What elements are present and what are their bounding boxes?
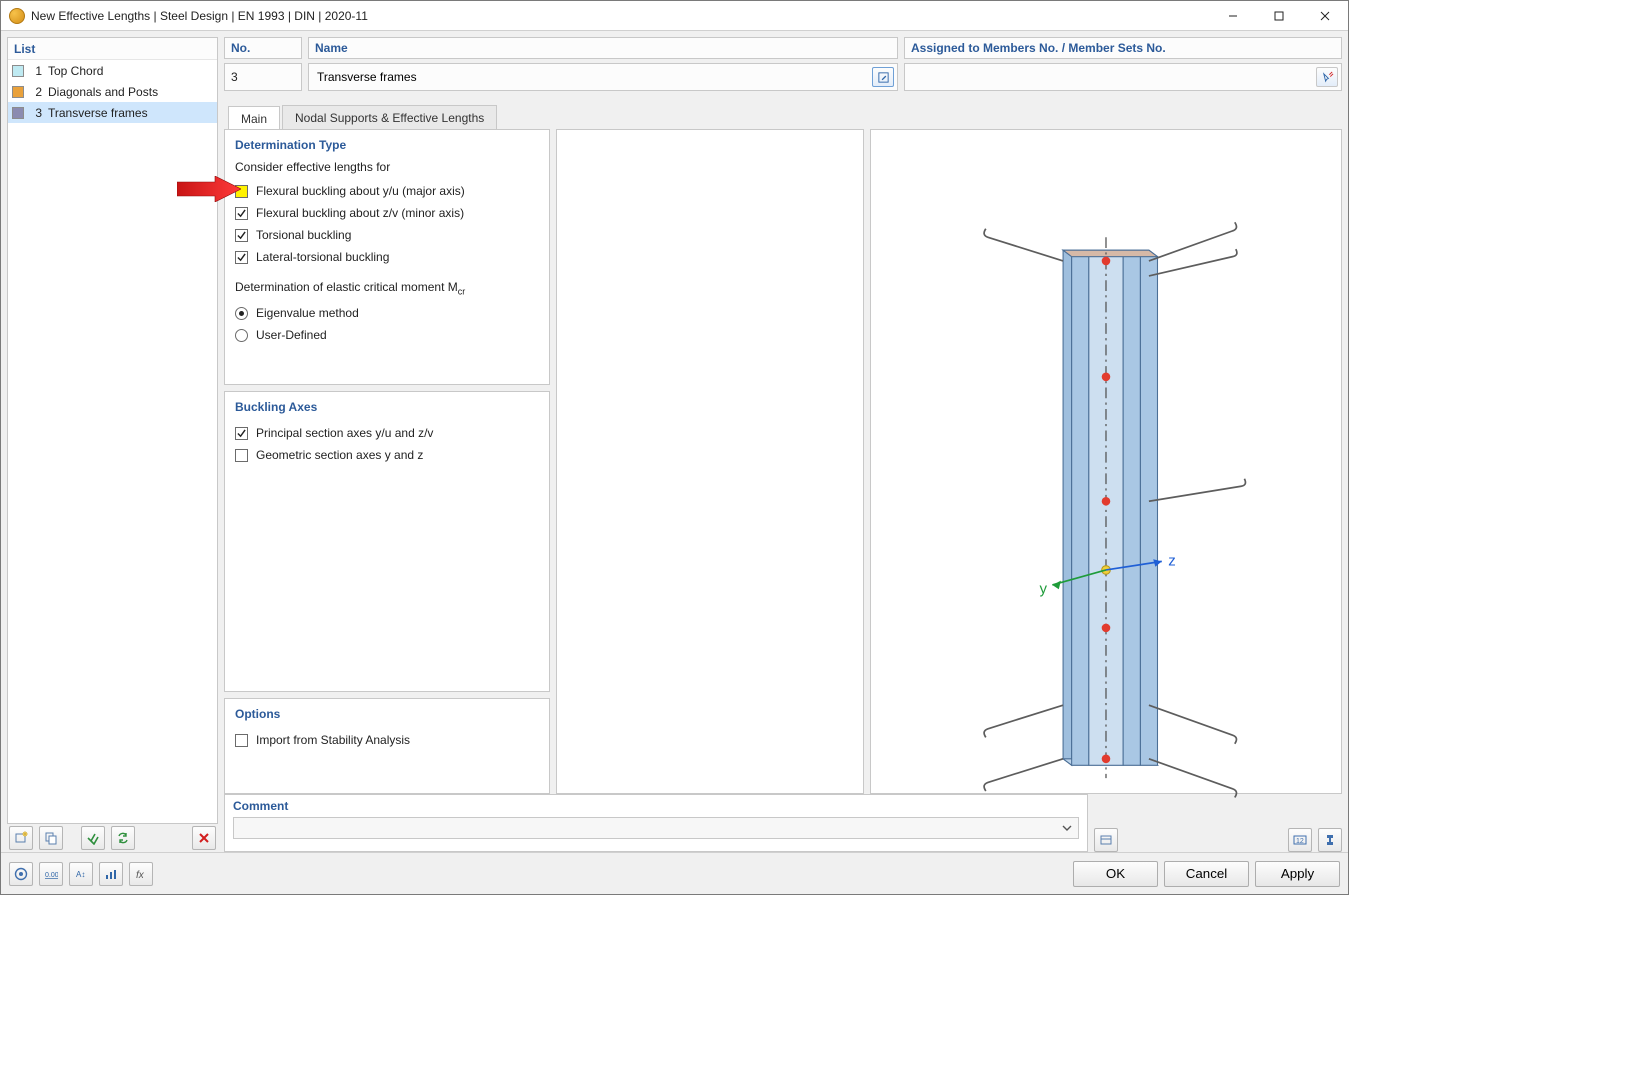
member-preview-graphic: z y xyxy=(871,130,1341,877)
assigned-field: Assigned to Members No. / Member Sets No… xyxy=(904,37,1342,95)
list-item-swatch xyxy=(12,107,24,119)
maximize-button[interactable] xyxy=(1256,1,1302,31)
mcr-label: Determination of elastic critical moment… xyxy=(235,280,539,296)
name-input[interactable] xyxy=(315,69,891,85)
svg-text:y: y xyxy=(1039,581,1047,598)
assigned-input[interactable] xyxy=(911,69,1335,85)
edit-name-button[interactable] xyxy=(872,67,894,87)
list-item-label: Transverse frames xyxy=(48,106,148,120)
chk-geometric-axes[interactable] xyxy=(235,449,248,462)
minimize-button[interactable] xyxy=(1210,1,1256,31)
new-item-button[interactable] xyxy=(9,826,33,850)
svg-text:0.00: 0.00 xyxy=(45,872,58,879)
list-item-label: Diagonals and Posts xyxy=(48,85,158,99)
renumber-button[interactable]: A↕ xyxy=(69,862,93,886)
list-item[interactable]: 3 Transverse frames xyxy=(8,102,217,123)
list-header: List xyxy=(8,38,41,59)
name-field: Name xyxy=(308,37,898,95)
svg-text:z: z xyxy=(1168,553,1176,570)
titlebar: New Effective Lengths | Steel Design | E… xyxy=(1,1,1348,31)
list-panel: List 1 Top Chord 2 Diagonals and Posts 3… xyxy=(7,37,218,824)
tabs: Main Nodal Supports & Effective Lengths xyxy=(224,103,1342,129)
app-icon xyxy=(9,8,25,24)
list-item-label: Top Chord xyxy=(48,64,103,78)
radio-user-defined[interactable] xyxy=(235,329,248,342)
list-item[interactable]: 2 Diagonals and Posts xyxy=(8,81,217,102)
list-item-swatch xyxy=(12,86,24,98)
list-item-number: 1 xyxy=(30,64,42,78)
list-item-number: 2 xyxy=(30,85,42,99)
chk-lateral-torsional[interactable] xyxy=(235,251,248,264)
units-button[interactable]: 0.00 xyxy=(39,862,63,886)
list-item-swatch xyxy=(12,65,24,77)
determination-type-card: Determination Type Consider effective le… xyxy=(224,129,550,385)
no-field: No. 3 xyxy=(224,37,302,95)
copy-item-button[interactable] xyxy=(39,826,63,850)
graph-button[interactable] xyxy=(99,862,123,886)
middle-empty-panel xyxy=(556,129,864,794)
no-value: 3 xyxy=(231,70,238,84)
tab-main[interactable]: Main xyxy=(228,106,280,130)
function-button[interactable]: fx xyxy=(129,862,153,886)
chk-torsional[interactable] xyxy=(235,229,248,242)
list-item[interactable]: 1 Top Chord xyxy=(8,60,217,81)
options-card: Options Import from Stability Analysis xyxy=(224,698,550,794)
chk-flexural-major[interactable] xyxy=(235,185,248,198)
help-button[interactable] xyxy=(9,862,33,886)
sync-button[interactable] xyxy=(111,826,135,850)
pick-members-button[interactable] xyxy=(1316,67,1338,87)
check-all-button[interactable] xyxy=(81,826,105,850)
svg-text:fx: fx xyxy=(136,870,145,881)
chk-principal-axes[interactable] xyxy=(235,427,248,440)
svg-text:A↕: A↕ xyxy=(76,870,85,879)
delete-item-button[interactable] xyxy=(192,826,216,850)
close-button[interactable] xyxy=(1302,1,1348,31)
list-toolbar xyxy=(7,824,218,852)
preview-panel: z y xyxy=(870,129,1342,794)
dialog-window: New Effective Lengths | Steel Design | E… xyxy=(0,0,1349,895)
window-title: New Effective Lengths | Steel Design | E… xyxy=(31,9,368,23)
comment-combobox[interactable] xyxy=(233,817,1079,839)
list-item-number: 3 xyxy=(30,106,42,120)
radio-eigenvalue[interactable] xyxy=(235,307,248,320)
buckling-axes-card: Buckling Axes Principal section axes y/u… xyxy=(224,391,550,692)
tab-nodal-supports[interactable]: Nodal Supports & Effective Lengths xyxy=(282,105,497,129)
chk-flexural-minor[interactable] xyxy=(235,207,248,220)
chk-import-stability[interactable] xyxy=(235,734,248,747)
